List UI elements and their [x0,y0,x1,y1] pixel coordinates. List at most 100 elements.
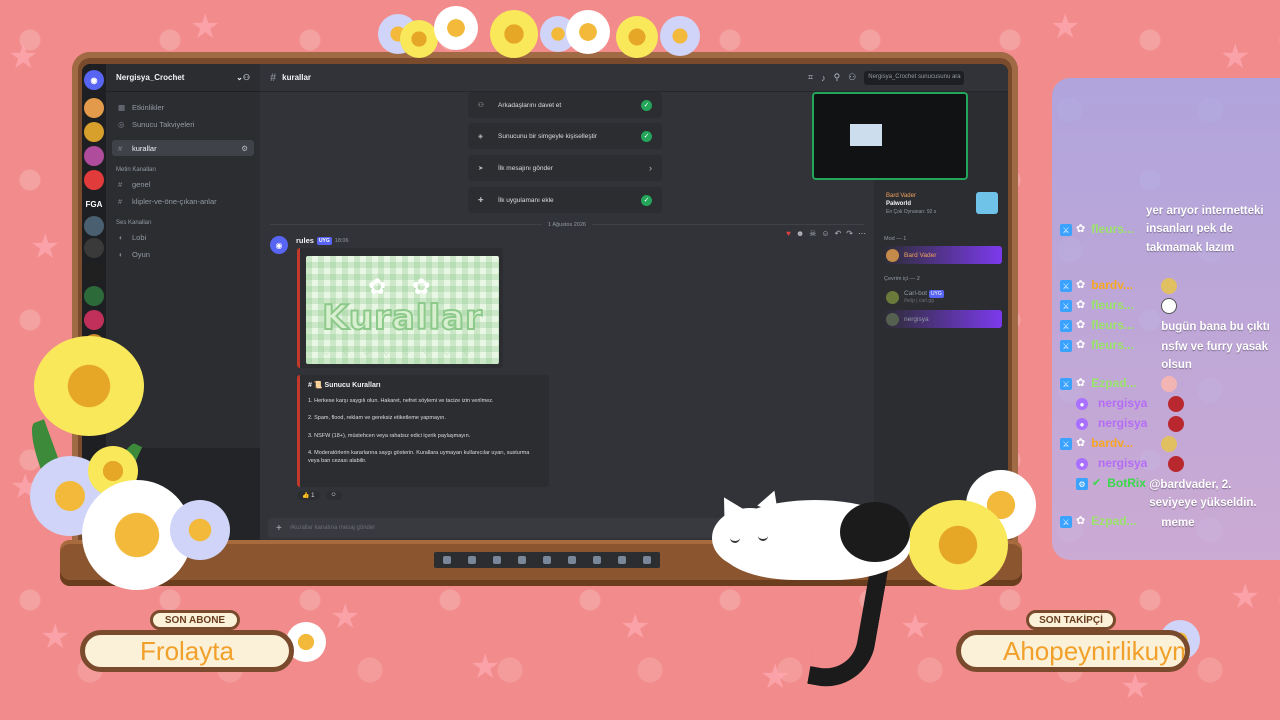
add-reaction-icon[interactable]: ☺ [821,229,829,238]
app-icon[interactable] [492,556,501,564]
channel-item-genel[interactable]: # genel [112,176,254,192]
category-text-channels[interactable]: Metin Kanalları [106,157,260,175]
boost-icon: ◎ [118,119,125,129]
member-info: Carl-bot UYG /help | carl.gg [904,289,944,305]
gear-badge-icon: ✿ [1076,437,1086,449]
thumbs-up-reaction[interactable]: 👍 1 [297,491,320,500]
members-icon[interactable]: ⚇ [848,72,856,83]
server-icon[interactable] [84,238,104,258]
threads-icon[interactable]: ⌗ [808,72,813,83]
star-icon: ★ [40,618,71,656]
server-icon[interactable] [84,216,104,236]
channel-label: genel [132,179,151,189]
app-icon[interactable] [467,556,476,564]
chat-text: @bardvader, 2. seviyeye yükseldin. [1149,479,1257,510]
voice-channel-lobi[interactable]: ◖ Lobi [112,229,254,245]
server-icon-fga[interactable]: FGA [84,194,104,214]
chat-text: bugün bana bu çıktı [1161,321,1270,333]
bot-badge-icon: ⚙ [1076,478,1088,490]
star-icon: ★ [470,648,501,686]
server-icon[interactable] [84,286,104,306]
add-reaction-button[interactable]: ☺ [325,491,342,500]
more-icon[interactable]: ⋯ [858,229,866,238]
member-name: Bard Vader [886,193,916,199]
broadcaster-badge-icon: ● [1076,398,1088,410]
forward-icon[interactable]: ↷ [846,229,853,238]
gear-icon[interactable]: ⚙ [241,144,248,153]
nav-server-boosts[interactable]: ◎ Sunucu Takviyeleri [112,116,254,132]
skull-reaction-icon[interactable]: ☠ [809,229,816,238]
broadcaster-badge-icon: ● [1076,458,1088,470]
chat-username[interactable]: bardv... [1091,278,1161,292]
app-icon[interactable] [542,556,551,564]
category-voice-channels[interactable]: Ses Kanalları [106,210,260,228]
chat-username[interactable]: Ezpad... [1091,514,1161,528]
pin-icon[interactable]: ⚲ [834,72,841,83]
chat-username[interactable]: fleurs... [1091,318,1161,332]
chat-username[interactable]: BotRix [1107,476,1149,490]
channel-item-kurallar[interactable]: # kurallar ⚙ [112,140,254,156]
server-header[interactable]: Nergisya_Crochet ⌄ ⚇ [106,64,260,92]
chat-username[interactable]: fleurs... [1091,298,1161,312]
app-icon[interactable] [568,556,577,564]
chat-username[interactable]: fleurs... [1091,222,1161,236]
add-user-icon[interactable]: ⚇ [243,73,250,82]
search-input[interactable]: Nergisya_Crochet sunucusunu ara [864,70,965,85]
message-time: 18:06 [334,237,349,244]
nav-events[interactable]: ▦ Etkinlikler [112,99,254,115]
star-icon: ★ [1050,8,1081,46]
member-item[interactable]: Carl-bot UYG /help | carl.gg [882,286,1002,308]
member-status: /help | carl.gg [904,297,934,304]
chat-username[interactable]: nergisya [1098,456,1168,470]
onboarding-task[interactable]: ✚ İlk uygulamanı ekle ✓ [468,187,662,213]
member-section-header: Çevrim içi — 2 [884,276,920,282]
onboarding-task[interactable]: ➤ İlk mesajını gönder › [468,155,662,181]
server-icon[interactable] [84,170,104,190]
check-icon: ✓ [641,130,652,142]
hash-icon: # [118,179,123,189]
bunny-icon: ✿ [412,274,431,299]
app-badge: UYG [928,289,944,298]
chat-username[interactable]: nergisya [1098,416,1168,430]
moderator-badge-icon: ⚔ [1060,280,1072,292]
app-icon[interactable] [593,556,602,564]
chat-username[interactable]: Ezpad... [1091,376,1161,390]
avatar[interactable]: ◉ [270,236,288,254]
activity-card: Bard Vader Palworld En Çok Oynanan: 92 s [886,192,936,216]
chat-username[interactable]: fleurs... [1091,338,1161,352]
reply-icon[interactable]: ↶ [835,229,842,238]
member-item[interactable]: nergisya [882,310,1002,328]
chat-username[interactable]: nergisya [1098,396,1168,410]
chat-text: nsfw ve furry yasak olsun [1161,341,1268,372]
screen-share-preview[interactable] [812,92,968,180]
check-icon: ✓ [641,194,652,206]
message-author[interactable]: rules [296,236,314,245]
server-icon[interactable] [84,122,104,142]
moderator-badge-icon: ⚔ [1060,378,1072,390]
onboarding-task[interactable]: ⚇ Arkadaşlarını davet et ✓ [468,92,662,118]
emoji-reaction-icon[interactable]: ☻ [796,229,804,238]
app-icon[interactable] [618,556,627,564]
server-icon[interactable] [84,98,104,118]
server-icon[interactable] [84,146,104,166]
app-icon[interactable] [643,556,652,564]
kurallar-banner-image[interactable]: ✿ ✿ Kurallar ♡♡♡♡♡♡♡♡ [306,256,499,364]
app-icon[interactable] [517,556,526,564]
channel-item-klipler[interactable]: # klipler-ve-öne-çıkan-anlar [112,193,254,209]
bell-icon[interactable]: ♪ [821,73,826,83]
emote-icon [1168,456,1184,472]
date-divider: 1 Ağustos 2026 [270,222,864,228]
app-icon[interactable] [442,556,451,564]
discord-home-icon[interactable]: ◉ [84,70,104,90]
discord-window: ◉ FGA Nergisya_Crochet ⌄ ⚇ ▦ Etkinlikler … [82,64,1008,548]
server-icon[interactable] [84,262,104,282]
member-item[interactable]: Bard Vader [882,246,1002,264]
member-playing[interactable]: Bard Vader Palworld En Çok Oynanan: 92 s [882,192,1002,220]
heart-reaction-icon[interactable]: ♥ [786,229,791,238]
chat-username[interactable]: bardv... [1091,436,1161,450]
plus-icon[interactable]: + [276,523,282,534]
server-icon[interactable] [84,310,104,330]
voice-channel-oyun[interactable]: ◖ Oyun [112,246,254,262]
channel-label: Oyun [132,249,150,259]
onboarding-task[interactable]: ◈ Sunucunu bir simgeyle kişiselleştir ✓ [468,123,662,149]
